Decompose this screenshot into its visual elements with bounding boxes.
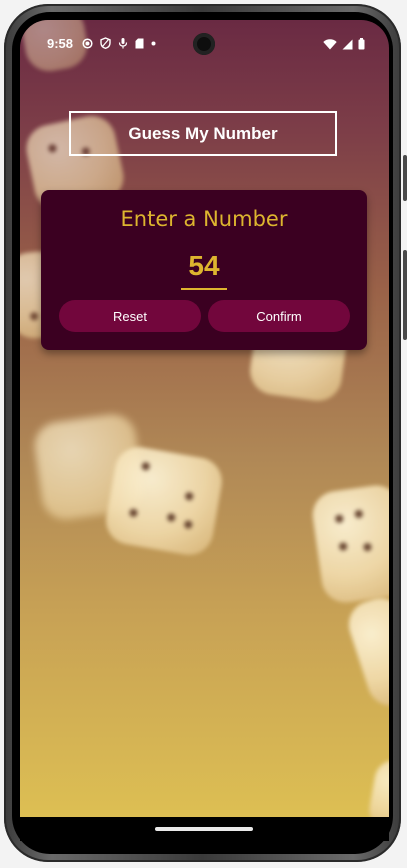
battery-icon <box>358 37 365 55</box>
volume-button <box>403 250 407 340</box>
shield-icon <box>100 37 111 49</box>
number-input[interactable] <box>181 243 227 290</box>
front-camera <box>193 33 215 55</box>
app-screen: 9:58 Guess My Number Enter a Number 54 R… <box>20 20 389 817</box>
dice-decoration <box>342 591 389 713</box>
wifi-icon <box>323 37 337 55</box>
navigation-bar <box>20 817 389 841</box>
signal-icon <box>342 37 353 55</box>
page-title: Guess My Number <box>69 111 337 156</box>
sd-card-icon <box>135 38 144 49</box>
status-icons-left <box>82 37 156 49</box>
number-input-card: Enter a Number Reset Confirm <box>41 190 367 350</box>
dice-decoration <box>309 482 389 606</box>
confirm-button[interactable]: Confirm <box>208 300 350 332</box>
dot-icon <box>151 41 156 46</box>
card-title: Enter a Number <box>120 207 288 231</box>
status-time: 9:58 <box>47 36 74 51</box>
dice-decoration <box>102 443 226 559</box>
mic-off-icon <box>118 37 128 49</box>
home-gesture-handle[interactable] <box>155 827 253 831</box>
status-icons-right <box>323 37 365 55</box>
dice-decoration <box>366 757 389 817</box>
reset-button[interactable]: Reset <box>59 300 201 332</box>
status-bar: 9:58 <box>20 20 389 68</box>
recording-icon <box>82 37 93 49</box>
power-button <box>403 155 407 201</box>
